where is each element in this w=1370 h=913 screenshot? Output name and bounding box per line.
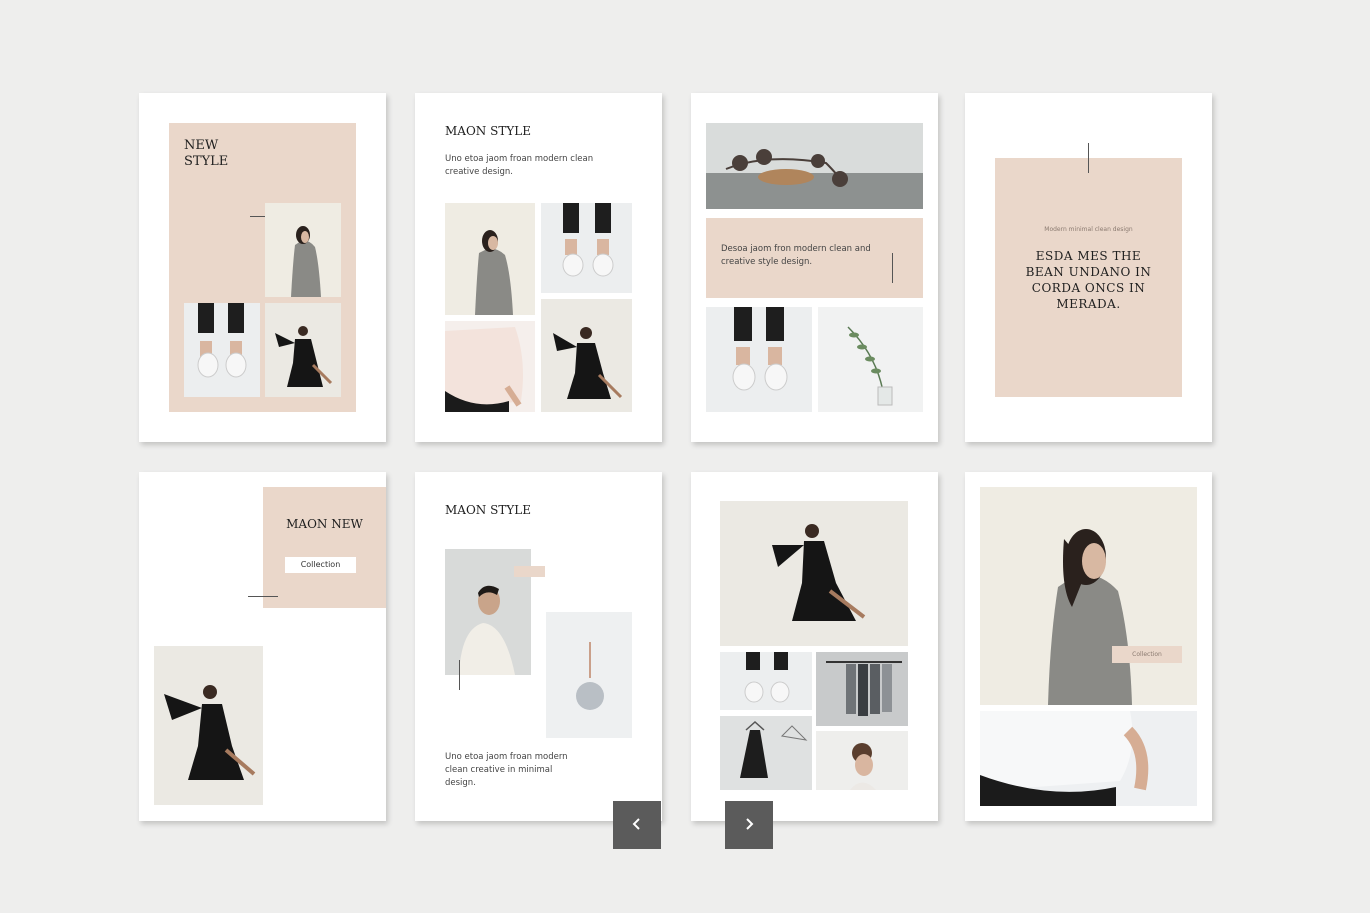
photo-dress-on-hanger bbox=[720, 716, 812, 790]
photo-sneakers bbox=[541, 203, 632, 293]
photo-white-sweater bbox=[445, 321, 535, 412]
divider-line bbox=[248, 596, 278, 597]
photo-wall-clock bbox=[546, 612, 632, 738]
photo-woman-hair-bun bbox=[816, 731, 908, 790]
photo-sneakers bbox=[184, 303, 260, 397]
title-line-1: NEW bbox=[184, 138, 228, 154]
previous-button[interactable] bbox=[613, 801, 661, 849]
page-title: MAON NEW bbox=[263, 517, 386, 531]
template-page-2[interactable]: MAON STYLE Uno etoa jaom froan modern cl… bbox=[415, 93, 662, 442]
photo-white-shirt bbox=[980, 711, 1197, 806]
template-page-5[interactable]: MAON NEW Collection bbox=[139, 472, 386, 821]
collection-tag: Collection bbox=[1112, 646, 1182, 663]
photo-clothing-rack bbox=[816, 652, 908, 726]
page-quote: ESDA MES THE BEAN UNDANO IN CORDA ONCS I… bbox=[1020, 248, 1157, 312]
photo-sneakers bbox=[720, 652, 812, 710]
photo-woman-portrait bbox=[445, 203, 535, 315]
accent-block bbox=[514, 566, 545, 577]
template-page-6[interactable]: MAON STYLE Uno etoa jaom froan modern cl… bbox=[415, 472, 662, 821]
photo-plant-vase bbox=[818, 307, 923, 412]
photo-still-life-plate bbox=[706, 123, 923, 209]
photo-woman-black-dress bbox=[720, 501, 908, 646]
photo-woman-black-dress bbox=[541, 299, 632, 412]
photo-woman-black-dress bbox=[265, 303, 341, 397]
page-body-text: Uno etoa jaom froan modern clean creativ… bbox=[445, 153, 595, 179]
photo-woman-portrait-large bbox=[980, 487, 1197, 705]
page-title: NEW STYLE bbox=[184, 138, 228, 170]
page-title: MAON STYLE bbox=[445, 124, 531, 138]
vertical-divider bbox=[1088, 143, 1089, 173]
page-body-text: Desoa jaom fron modern clean and creativ… bbox=[721, 243, 871, 269]
photo-woman-portrait bbox=[265, 203, 341, 297]
template-page-1[interactable]: NEW STYLE bbox=[139, 93, 386, 442]
chevron-left-icon bbox=[630, 816, 644, 835]
vertical-divider bbox=[459, 660, 460, 690]
beige-title-panel bbox=[263, 487, 386, 608]
title-line-2: STYLE bbox=[184, 154, 228, 170]
collection-button[interactable]: Collection bbox=[285, 557, 356, 573]
next-button[interactable] bbox=[725, 801, 773, 849]
photo-sneakers bbox=[706, 307, 812, 412]
vertical-divider bbox=[892, 253, 893, 283]
photo-woman-black-dress bbox=[154, 646, 263, 805]
template-page-4[interactable]: Modern minimal clean design ESDA MES THE… bbox=[965, 93, 1212, 442]
page-title: MAON STYLE bbox=[445, 503, 531, 517]
chevron-right-icon bbox=[742, 816, 756, 835]
template-page-8[interactable]: Collection bbox=[965, 472, 1212, 821]
template-page-7[interactable] bbox=[691, 472, 938, 821]
page-body-text: Uno etoa jaom froan modern clean creativ… bbox=[445, 751, 585, 790]
template-page-3[interactable]: Desoa jaom fron modern clean and creativ… bbox=[691, 93, 938, 442]
page-kicker: Modern minimal clean design bbox=[995, 226, 1182, 233]
